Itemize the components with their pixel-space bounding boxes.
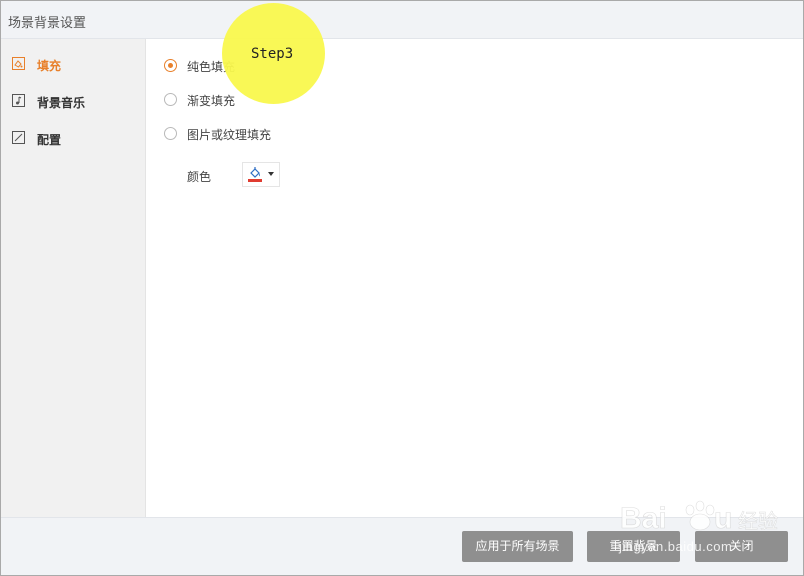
sidebar-item-label: 配置 (37, 133, 62, 147)
sidebar: 填充 背景音乐 配置 (1, 39, 146, 517)
chevron-down-icon (268, 172, 274, 176)
apply-to-all-scenes-button[interactable]: 应用于所有场景 (462, 531, 573, 562)
picture-texture-fill-radio[interactable] (164, 127, 177, 140)
picture-texture-fill-label: 图片或纹理填充 (187, 128, 272, 142)
fill-settings-panel: 纯色填充 渐变填充 图片或纹理填充 颜色 (146, 39, 803, 517)
sidebar-item-fill[interactable]: 填充 (1, 48, 145, 78)
title-bar: 场景背景设置 (1, 1, 803, 39)
color-picker-dropdown[interactable] (242, 162, 280, 187)
step-annotation-label: Step3 (251, 46, 294, 62)
scene-background-settings-dialog: 场景背景设置 填充 背景音乐 配置 纯色填充 渐变填充 图片或纹理填充 颜色 应… (0, 0, 804, 576)
color-label: 颜色 (187, 170, 212, 184)
sidebar-item-label: 背景音乐 (37, 96, 86, 110)
gradient-fill-radio[interactable] (164, 93, 177, 106)
dialog-footer: 应用于所有场景 重置背景 关闭 (1, 517, 803, 575)
solid-fill-radio[interactable] (164, 59, 177, 72)
sidebar-item-background-music[interactable]: 背景音乐 (1, 85, 145, 115)
reset-background-button[interactable]: 重置背景 (587, 531, 680, 562)
dialog-title: 场景背景设置 (8, 15, 87, 30)
paint-bucket-icon (247, 166, 263, 182)
config-icon (12, 131, 25, 144)
close-button[interactable]: 关闭 (695, 531, 788, 562)
sidebar-item-label: 填充 (37, 59, 62, 73)
music-note-icon (12, 94, 25, 107)
fill-icon (12, 57, 25, 70)
sidebar-item-config[interactable]: 配置 (1, 122, 145, 152)
gradient-fill-label: 渐变填充 (187, 94, 236, 108)
